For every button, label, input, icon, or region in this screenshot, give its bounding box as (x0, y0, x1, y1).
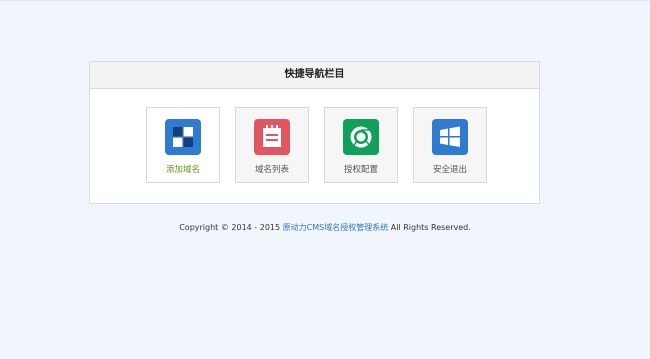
quick-nav-panel: 快捷导航栏目 添加域名 域名列表 授权配置 安全退出 (89, 61, 540, 204)
panel-title: 快捷导航栏目 (90, 62, 539, 89)
footer: Copyright © 2014 - 2015 原动力CMS域名授权管理系统 A… (0, 222, 650, 233)
add-domain-label: 添加域名 (165, 165, 200, 175)
footer-rights: All Rights Reserved. (388, 223, 471, 232)
safe-exit-tile[interactable]: 安全退出 (413, 107, 487, 183)
chrome-icon (343, 119, 379, 155)
domain-list-label: 域名列表 (254, 165, 289, 175)
grid-icon (165, 119, 201, 155)
safe-exit-label: 安全退出 (432, 165, 467, 175)
windows-icon (432, 119, 468, 155)
footer-copyright: Copyright © 2014 - 2015 (179, 223, 283, 232)
notepad-icon (254, 119, 290, 155)
top-divider (0, 0, 650, 1)
domain-list-tile[interactable]: 域名列表 (235, 107, 309, 183)
auth-config-label: 授权配置 (343, 165, 378, 175)
add-domain-tile[interactable]: 添加域名 (146, 107, 220, 183)
footer-system-link[interactable]: 原动力CMS域名授权管理系统 (283, 223, 389, 232)
auth-config-tile[interactable]: 授权配置 (324, 107, 398, 183)
